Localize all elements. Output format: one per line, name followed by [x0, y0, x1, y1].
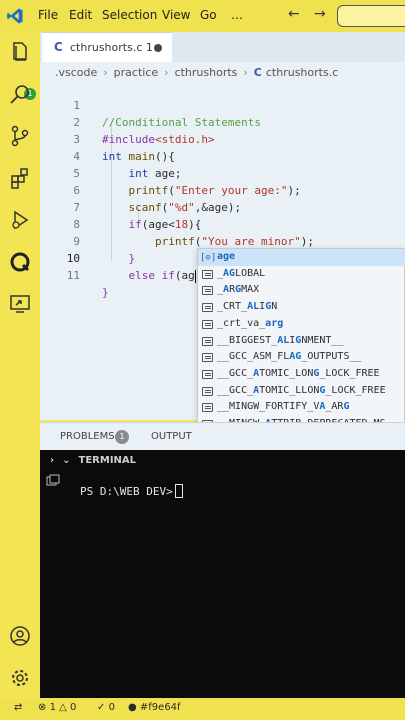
code-line[interactable]: 7 if(age<18){	[40, 182, 405, 231]
menu-more[interactable]: …	[231, 8, 243, 22]
macro-icon	[202, 353, 213, 363]
c-file-icon: C	[54, 40, 63, 54]
autocomplete-item[interactable]: __GCC_ATOMIC_LONG_LOCK_FREE	[198, 366, 405, 383]
code-line[interactable]: 4 int age;	[40, 131, 405, 180]
explorer-icon[interactable]	[8, 40, 32, 64]
autocomplete-item-label: _CRT_ALIGN	[217, 301, 278, 313]
chevron-right-icon: ›	[164, 66, 169, 79]
macro-icon	[202, 269, 213, 279]
remote-explorer-icon[interactable]	[8, 250, 32, 274]
terminal-label: TERMINAL	[78, 455, 137, 466]
chevron-down-icon[interactable]: ⌄	[62, 455, 70, 466]
autocomplete-list[interactable]: [⊙] age _AGLOBAL _ARGMAX _CRT_ALIGN _crt_va_a…	[197, 248, 405, 450]
source-control-icon[interactable]	[8, 124, 32, 148]
settings-gear-icon[interactable]	[8, 666, 32, 690]
autocomplete-item[interactable]: __GCC_ASM_FLAG_OUTPUTS__	[198, 349, 405, 366]
error-count[interactable]: ⊗ 1 △ 0	[38, 702, 76, 713]
run-debug-icon[interactable]	[8, 208, 32, 232]
autocomplete-item-label: __MINGW_FORTIFY_VA_ARG	[217, 401, 350, 413]
tab-cthrushorts[interactable]: C cthrushorts.c 1	[42, 32, 172, 62]
menu-file[interactable]: File	[38, 8, 58, 22]
tab-output[interactable]: OUTPUT	[151, 431, 192, 442]
terminal-prompt: PS D:\WEB DEV>	[80, 485, 173, 498]
macro-icon	[202, 403, 213, 413]
breadcrumb-item[interactable]: .vscode	[55, 66, 97, 79]
code-line[interactable]: 6 scanf("%d",&age);	[40, 165, 405, 214]
account-icon[interactable]	[8, 624, 32, 648]
autocomplete-item[interactable]: _CRT_ALIGN	[198, 299, 405, 316]
unsaved-dot-icon[interactable]	[154, 44, 162, 52]
code-text: }	[102, 286, 109, 299]
problems-count-badge: 1	[115, 430, 129, 444]
menu-edit[interactable]: Edit	[69, 8, 92, 22]
autocomplete-item-label: _ARGMAX	[217, 284, 260, 296]
code-text: else if(ag)	[128, 269, 202, 283]
extensions-icon[interactable]	[8, 166, 32, 190]
terminal-header[interactable]: › ⌄ TERMINAL	[50, 455, 136, 466]
remote-indicator-icon[interactable]: ⇄	[14, 702, 22, 713]
macro-icon	[202, 303, 213, 313]
menu-go[interactable]: Go	[200, 8, 217, 22]
status-bar: ⇄ ⊗ 1 △ 0 ✓ 0 ● #f9e64f	[0, 698, 405, 720]
panel-tabs: PROBLEMS 1 OUTPUT	[40, 422, 405, 450]
autocomplete-item-label: __BIGGEST_ALIGNMENT__	[217, 334, 344, 346]
autocomplete-item[interactable]: __GCC_ATOMIC_LLONG_LOCK_FREE	[198, 383, 405, 400]
menu-view[interactable]: View	[162, 8, 190, 22]
macro-icon	[202, 369, 213, 379]
tab-bar: C cthrushorts.c 1	[40, 32, 405, 62]
autocomplete-item[interactable]: _AGLOBAL	[198, 266, 405, 283]
autocomplete-item[interactable]: _crt_va_arg	[198, 316, 405, 333]
autocomplete-item-label: age	[217, 251, 236, 262]
autocomplete-item-label: _crt_va_arg	[217, 317, 284, 329]
autocomplete-item-label: __GCC_ATOMIC_LONG_LOCK_FREE	[217, 367, 380, 379]
code-line[interactable]: 3 int main(){	[40, 114, 405, 163]
macro-icon	[202, 386, 213, 396]
line-number: 11	[66, 269, 80, 282]
autocomplete-item-label: __GCC_ATOMIC_LLONG_LOCK_FREE	[217, 384, 386, 396]
live-share-icon[interactable]	[8, 292, 32, 316]
back-arrow-icon[interactable]: ←	[288, 6, 300, 22]
tab-label: cthrushorts.c 1	[70, 41, 153, 54]
menu-selection[interactable]: Selection	[102, 8, 157, 22]
color-value[interactable]: ● #f9e64f	[128, 702, 181, 713]
breadcrumb-item[interactable]: cthrushorts.c	[266, 66, 338, 79]
forward-arrow-icon[interactable]: →	[314, 6, 326, 22]
autocomplete-item[interactable]: [⊙] age	[198, 249, 405, 266]
terminal-cursor	[175, 484, 183, 498]
code-line[interactable]: 8 printf("You are minor");	[40, 199, 405, 248]
autocomplete-item-label: __GCC_ASM_FLAG_OUTPUTS__	[217, 351, 362, 363]
macro-icon	[202, 319, 213, 329]
c-file-icon: C	[253, 66, 262, 79]
search-icon[interactable]	[8, 82, 32, 106]
command-center[interactable]	[337, 5, 405, 27]
chevron-right-icon[interactable]: ›	[50, 455, 54, 466]
activity-bar: 1	[0, 32, 40, 698]
autocomplete-item[interactable]: __MINGW_FORTIFY_VA_ARG	[198, 399, 405, 416]
autocomplete-item[interactable]: _ARGMAX	[198, 282, 405, 299]
macro-icon	[202, 286, 213, 296]
macro-icon	[202, 336, 213, 346]
terminal-panel[interactable]: › ⌄ TERMINAL PS D:\WEB DEV>	[40, 450, 405, 698]
vscode-logo-icon	[7, 8, 23, 24]
info-count[interactable]: ✓ 0	[97, 702, 115, 713]
breadcrumb-item[interactable]: cthrushorts	[175, 66, 238, 79]
autocomplete-item[interactable]: __BIGGEST_ALIGNMENT__	[198, 333, 405, 350]
code-line[interactable]: 2 #include<stdio.h>	[40, 97, 405, 146]
title-bar: File Edit Selection View Go … ← →	[0, 0, 405, 32]
code-line[interactable]: 9 }	[40, 216, 405, 265]
chevron-right-icon: ›	[103, 66, 108, 79]
code-line[interactable]: 1 //Conditional Statements	[40, 80, 405, 129]
terminal-shell-icon[interactable]	[46, 474, 60, 488]
breadcrumb-item[interactable]: practice	[114, 66, 158, 79]
variable-icon: [⊙]	[200, 253, 217, 263]
autocomplete-item-label: _AGLOBAL	[217, 267, 266, 279]
tab-problems[interactable]: PROBLEMS	[60, 431, 115, 442]
chevron-right-icon: ›	[243, 66, 248, 79]
code-line[interactable]: 5 printf("Enter your age:");	[40, 148, 405, 197]
